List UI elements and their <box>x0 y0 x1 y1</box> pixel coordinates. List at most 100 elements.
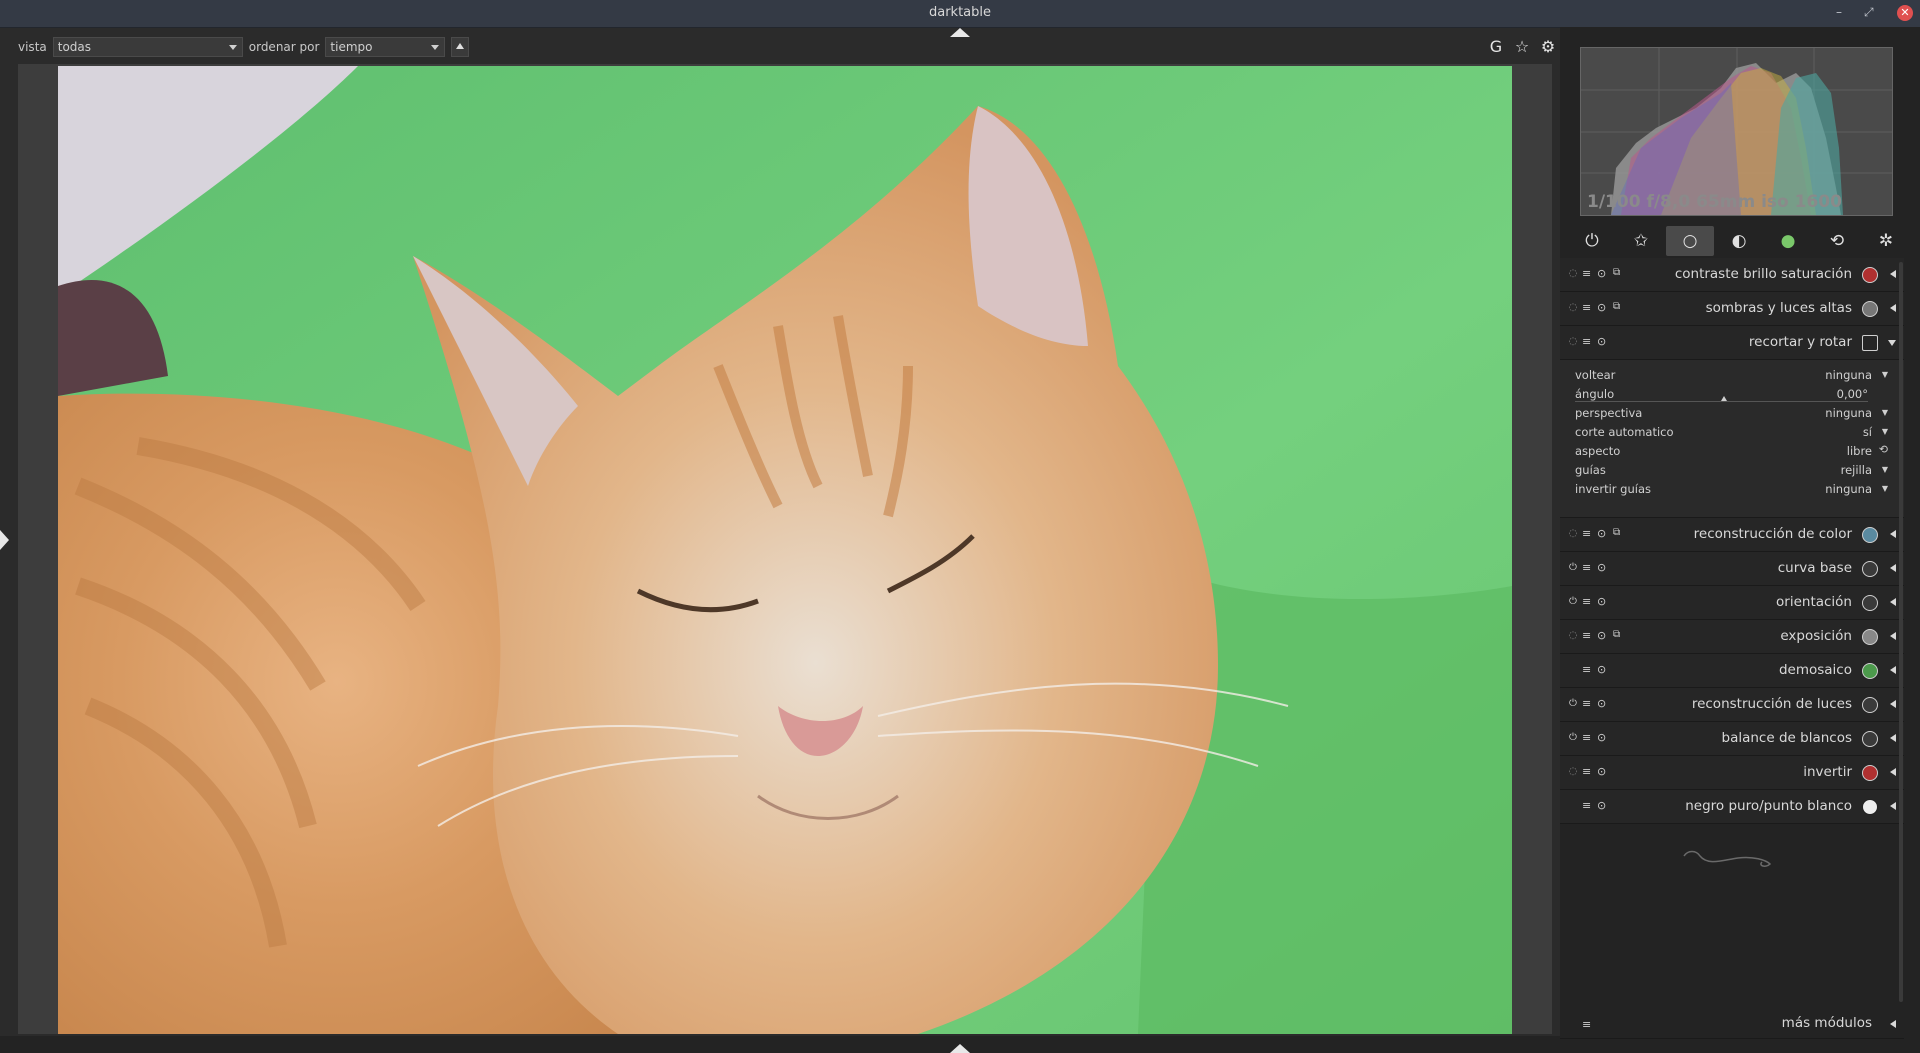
swap-icon[interactable]: ⟲ <box>1879 443 1888 456</box>
favorites-icon[interactable]: ✩ <box>1617 226 1665 256</box>
minimize-button[interactable]: – <box>1836 5 1842 19</box>
param-value[interactable]: libre <box>1847 444 1872 458</box>
reset-icon[interactable]: ⊙ <box>1597 765 1606 778</box>
power-toggle-icon[interactable]: ◌ <box>1567 336 1579 347</box>
chevron-left-icon[interactable] <box>1890 270 1896 278</box>
view-dropdown[interactable]: todas <box>52 37 243 57</box>
multi-instance-icon[interactable]: ≡ <box>1582 267 1591 280</box>
multi-instance-icon[interactable]: ≡ <box>1582 561 1591 574</box>
module-row[interactable]: ◌ ≡ ⊙ ⧉ exposición <box>1560 620 1904 654</box>
angle-slider[interactable] <box>1575 396 1868 402</box>
multi-instance-icon[interactable]: ≡ <box>1582 527 1591 540</box>
chevron-left-icon[interactable] <box>1890 530 1896 538</box>
module-row[interactable]: ◌ ≡ ⊙ ⧉ reconstrucción de color <box>1560 518 1904 552</box>
chevron-left-icon[interactable] <box>1890 700 1896 708</box>
chevron-left-icon[interactable] <box>1890 564 1896 572</box>
param-value[interactable]: 0,00° <box>1837 387 1868 401</box>
module-row[interactable]: ≡ ⊙ negro puro/punto blanco <box>1560 790 1904 824</box>
power-toggle-icon[interactable]: ⏻ <box>1567 562 1579 573</box>
more-modules-row[interactable]: ≡ más módulos <box>1560 1008 1904 1039</box>
chevron-left-icon[interactable] <box>1890 598 1896 606</box>
reset-icon[interactable]: ⊙ <box>1597 697 1606 710</box>
module-row[interactable]: ⏻ ≡ ⊙ curva base <box>1560 552 1904 586</box>
chevron-left-icon[interactable] <box>1890 632 1896 640</box>
module-row[interactable]: ⏻ ≡ ⊙ balance de blancos <box>1560 722 1904 756</box>
collapse-bottom-panel-arrow-icon[interactable] <box>950 1044 970 1053</box>
power-toggle-icon[interactable]: ◌ <box>1567 630 1579 641</box>
multi-instance-icon[interactable]: ≡ <box>1582 595 1591 608</box>
chevron-left-icon[interactable] <box>1890 666 1896 674</box>
multi-instance-icon[interactable]: ≡ <box>1582 1018 1591 1031</box>
collapse-top-panel-arrow-icon[interactable] <box>950 28 970 37</box>
sort-dropdown[interactable]: tiempo <box>325 37 446 57</box>
module-row[interactable]: ⏻ ≡ ⊙ orientación <box>1560 586 1904 620</box>
power-toggle-icon[interactable]: ⏻ <box>1567 732 1579 743</box>
star-icon[interactable]: ☆ <box>1514 37 1530 56</box>
multi-instance-icon[interactable]: ≡ <box>1582 731 1591 744</box>
photo-preview[interactable] <box>58 66 1512 1034</box>
module-row[interactable]: ◌ ≡ ⊙ ⧉ contraste brillo saturación <box>1560 258 1904 292</box>
chevron-left-icon[interactable] <box>1890 734 1896 742</box>
power-icon[interactable]: ⏻ <box>1568 226 1616 256</box>
gear-icon[interactable]: ⚙ <box>1540 37 1556 56</box>
power-toggle-icon[interactable]: ⏻ <box>1567 596 1579 607</box>
tone-group-icon[interactable]: ◐ <box>1715 226 1763 256</box>
color-group-icon[interactable]: ● <box>1764 226 1812 256</box>
param-value[interactable]: rejilla <box>1841 463 1872 477</box>
collapse-left-panel-arrow-icon[interactable] <box>0 530 9 550</box>
module-row[interactable]: ◌ ≡ ⊙ recortar y rotar <box>1560 326 1904 360</box>
param-value[interactable]: ninguna <box>1825 406 1872 420</box>
param-row[interactable]: guías rejilla ▼ <box>1560 461 1904 480</box>
reset-icon[interactable]: ⊙ <box>1597 267 1606 280</box>
grouping-icon[interactable]: G <box>1488 37 1504 56</box>
multi-instance-icon[interactable]: ≡ <box>1582 301 1591 314</box>
power-toggle-icon[interactable]: ⏻ <box>1567 698 1579 709</box>
presets-icon[interactable]: ⧉ <box>1613 301 1620 312</box>
reset-icon[interactable]: ⊙ <box>1597 663 1606 676</box>
chevron-left-icon[interactable] <box>1890 304 1896 312</box>
presets-icon[interactable]: ⧉ <box>1613 629 1620 640</box>
module-scrollbar[interactable] <box>1899 262 1903 1002</box>
param-row[interactable]: corte automatico sí ▼ <box>1560 423 1904 442</box>
param-row[interactable]: invertir guías ninguna ▼ <box>1560 480 1904 499</box>
power-toggle-icon[interactable]: ◌ <box>1567 766 1579 777</box>
chevron-left-icon[interactable] <box>1890 768 1896 776</box>
multi-instance-icon[interactable]: ≡ <box>1582 663 1591 676</box>
reset-icon[interactable]: ⊙ <box>1597 335 1606 348</box>
chevron-left-icon[interactable] <box>1890 1020 1896 1028</box>
multi-instance-icon[interactable]: ≡ <box>1582 697 1591 710</box>
module-row[interactable]: ⏻ ≡ ⊙ reconstrucción de luces <box>1560 688 1904 722</box>
module-row[interactable]: ≡ ⊙ demosaico <box>1560 654 1904 688</box>
multi-instance-icon[interactable]: ≡ <box>1582 335 1591 348</box>
multi-instance-icon[interactable]: ≡ <box>1582 765 1591 778</box>
power-toggle-icon[interactable]: ◌ <box>1567 268 1579 279</box>
module-row[interactable]: ◌ ≡ ⊙ ⧉ sombras y luces altas <box>1560 292 1904 326</box>
correct-group-icon[interactable]: ⟲ <box>1813 226 1861 256</box>
basic-group-icon[interactable]: ○ <box>1666 226 1714 256</box>
module-row[interactable]: ◌ ≡ ⊙ invertir <box>1560 756 1904 790</box>
param-value[interactable]: ninguna <box>1825 482 1872 496</box>
chevron-left-icon[interactable] <box>1890 802 1896 810</box>
reset-icon[interactable]: ⊙ <box>1597 527 1606 540</box>
param-row[interactable]: aspecto libre ⟲ <box>1560 442 1904 461</box>
slider-knob[interactable] <box>1721 396 1727 401</box>
reset-icon[interactable]: ⊙ <box>1597 595 1606 608</box>
reset-icon[interactable]: ⊙ <box>1597 561 1606 574</box>
power-toggle-icon[interactable]: ◌ <box>1567 528 1579 539</box>
chevron-down-icon[interactable] <box>1888 340 1896 346</box>
effect-group-icon[interactable]: ✲ <box>1862 226 1910 256</box>
presets-icon[interactable]: ⧉ <box>1613 267 1620 278</box>
maximize-button[interactable]: ⤢ <box>1864 5 1874 20</box>
close-button[interactable]: ✕ <box>1897 5 1913 21</box>
param-value[interactable]: ninguna <box>1825 368 1872 382</box>
sort-order-button[interactable] <box>451 37 470 57</box>
presets-icon[interactable]: ⧉ <box>1613 527 1620 538</box>
param-row[interactable]: voltear ninguna ▼ <box>1560 366 1904 385</box>
multi-instance-icon[interactable]: ≡ <box>1582 799 1591 812</box>
reset-icon[interactable]: ⊙ <box>1597 629 1606 642</box>
reset-icon[interactable]: ⊙ <box>1597 799 1606 812</box>
reset-icon[interactable]: ⊙ <box>1597 731 1606 744</box>
param-row[interactable]: perspectiva ninguna ▼ <box>1560 404 1904 423</box>
reset-icon[interactable]: ⊙ <box>1597 301 1606 314</box>
power-toggle-icon[interactable]: ◌ <box>1567 302 1579 313</box>
